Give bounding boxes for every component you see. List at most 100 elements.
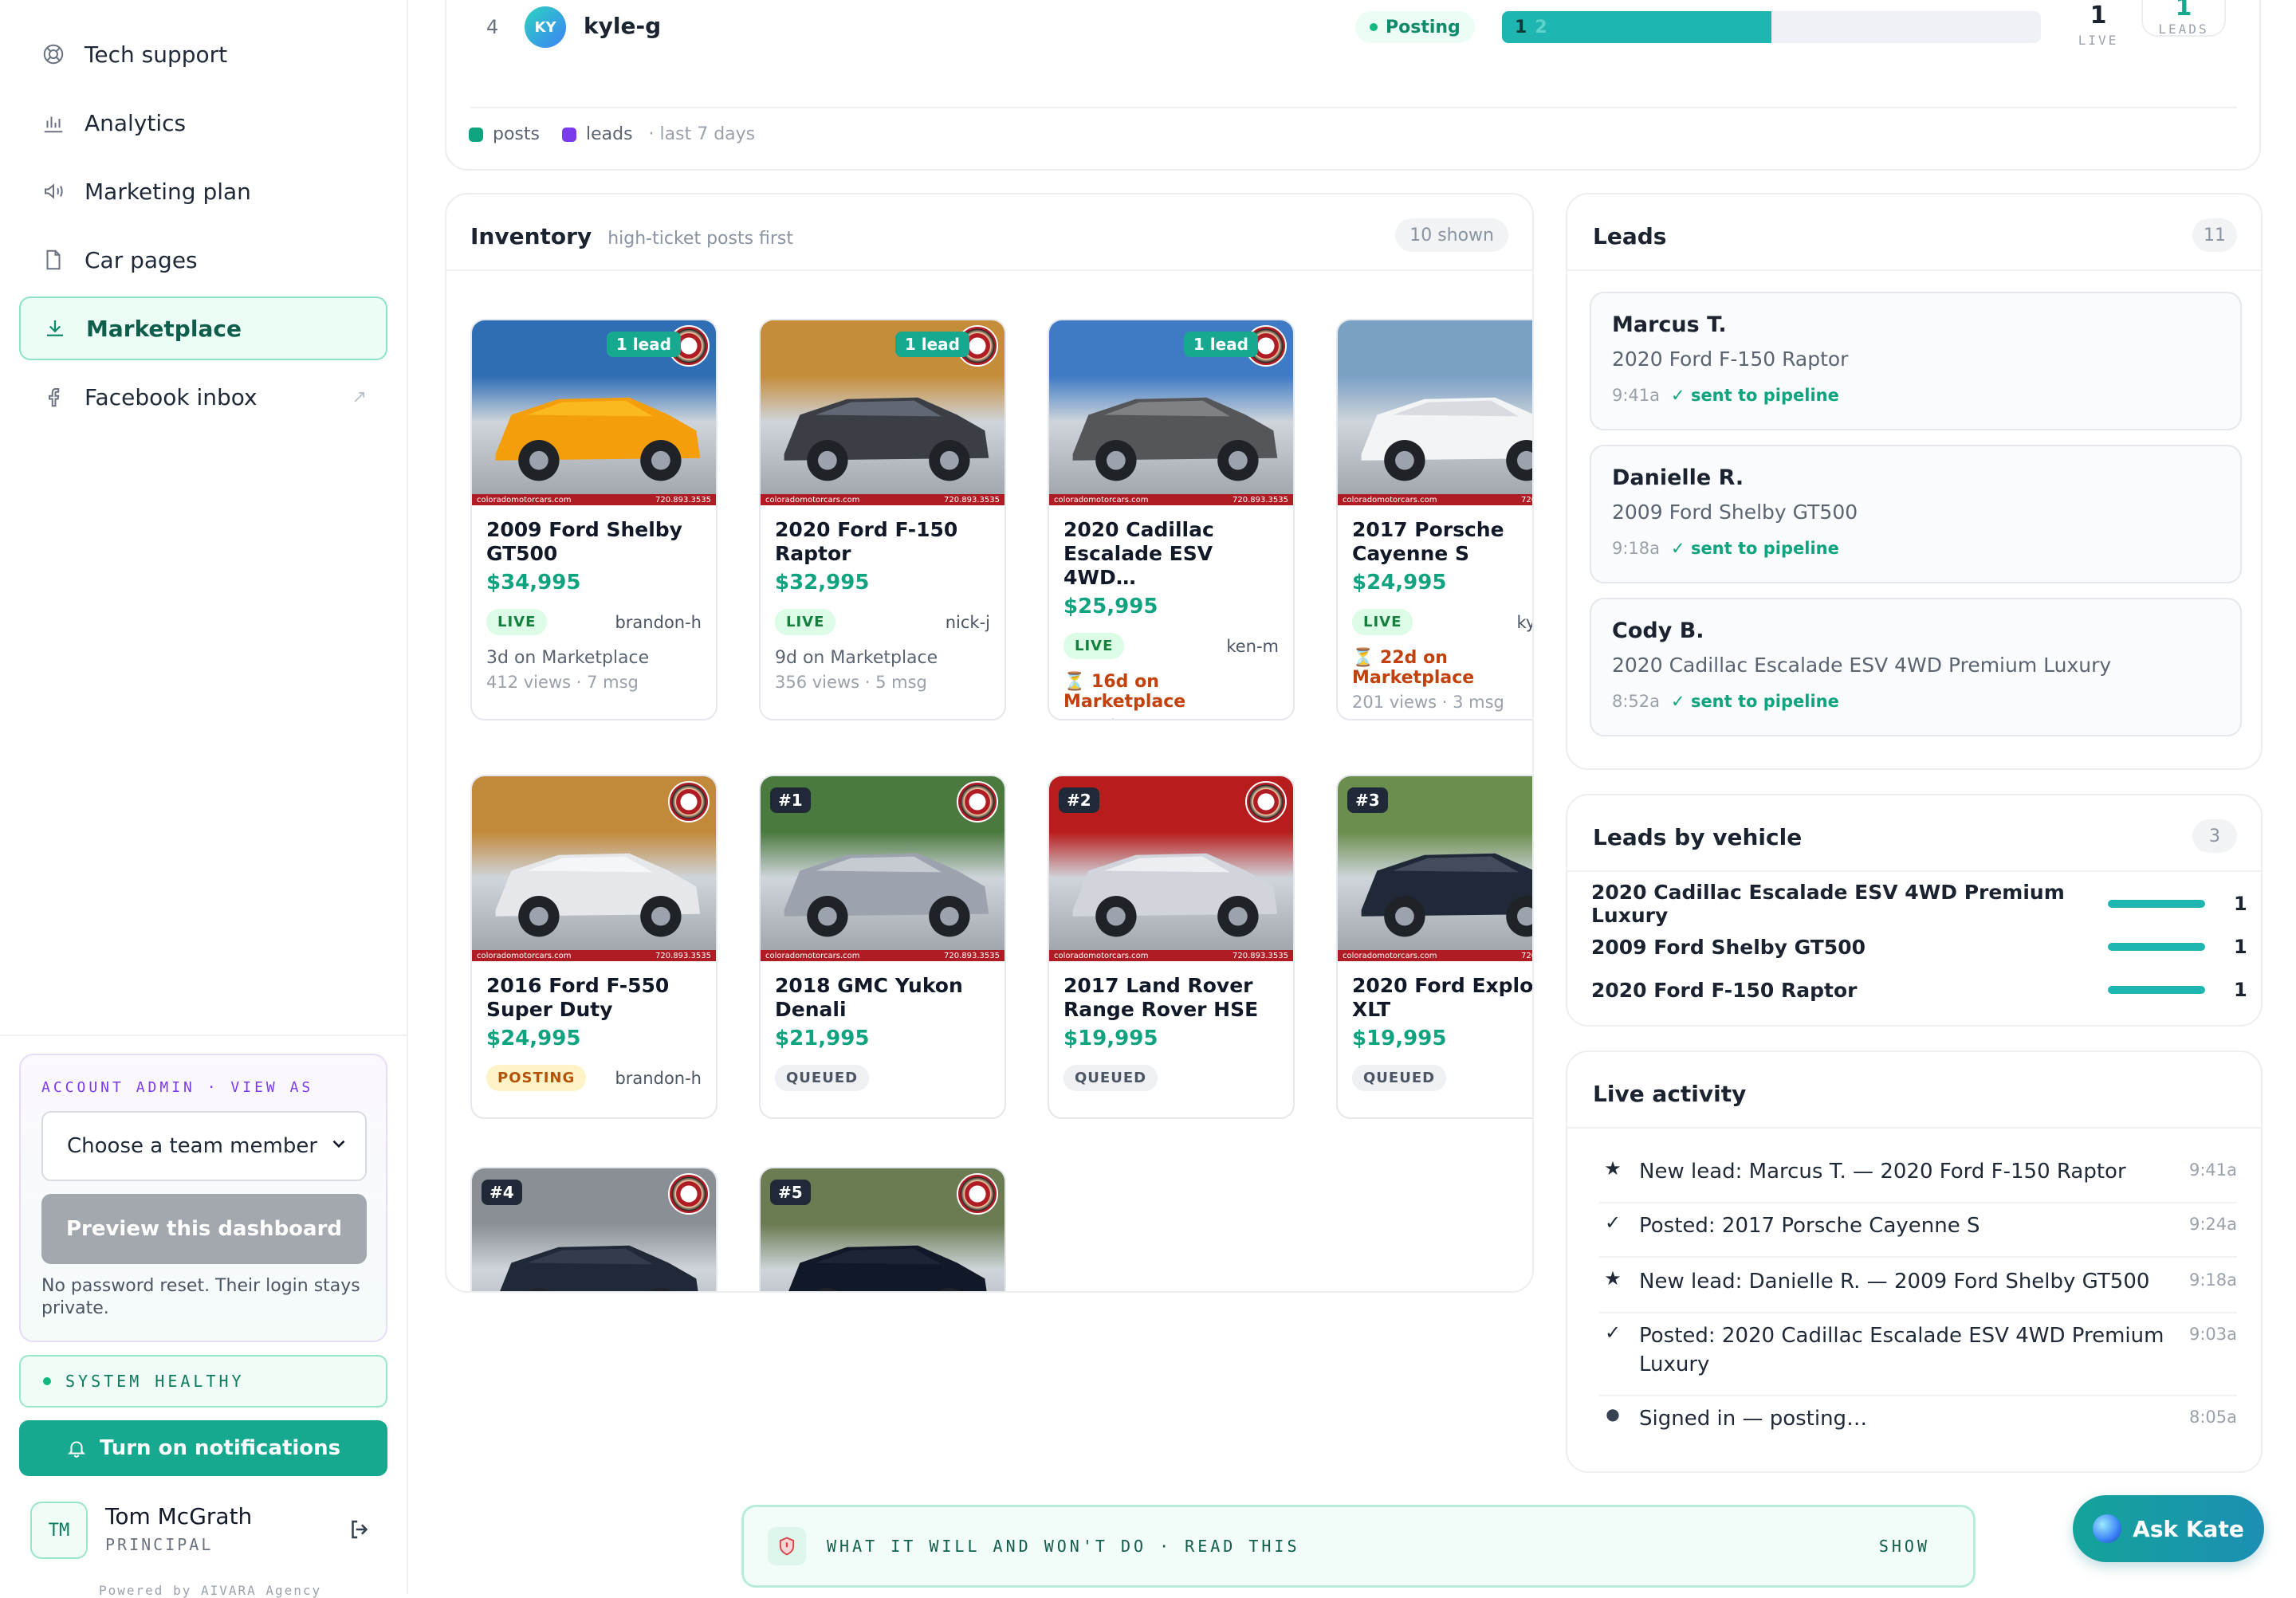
lead-status: ✓ sent to pipeline xyxy=(1671,692,1839,711)
lead-count-badge: 1 lead xyxy=(894,332,969,357)
activity-divider xyxy=(1599,1395,2237,1396)
dealer-banner: coloradomotorcars.com 720.893.3535 xyxy=(761,950,1005,961)
sidebar: Tech support Analytics Marketing plan Ca… xyxy=(0,0,408,1598)
lifebuoy-icon xyxy=(40,41,67,68)
vehicle-status-row: QUEUED xyxy=(1063,1065,1279,1091)
vehicle-price: $24,995 xyxy=(1352,571,1447,595)
dealer-seal-icon xyxy=(1245,781,1287,823)
chevron-down-icon xyxy=(328,1133,349,1160)
dealer-seal-icon xyxy=(957,1173,998,1215)
ask-kate-button[interactable]: Ask Kate xyxy=(2073,1495,2264,1562)
dealer-phone: 720.893.3535 xyxy=(944,495,1000,505)
vehicle-lead-count: 1 xyxy=(2234,936,2247,958)
legend-leads: leads xyxy=(585,124,633,144)
activity-time: 9:03a xyxy=(2188,1325,2237,1344)
vehicle-details: 2016 Ford F-550 Super Duty $24,995 POSTING… xyxy=(472,961,716,1105)
activity-text: Signed in — posting… xyxy=(1639,1407,1868,1431)
vehicle-price: $25,995 xyxy=(1063,595,1158,618)
dealer-banner: coloradomotorcars.com 720.893.3535 xyxy=(1049,494,1293,505)
lead-meta: 8:52a ✓ sent to pipeline xyxy=(1612,692,1839,711)
notice-show-link[interactable]: SHOW xyxy=(1879,1537,1930,1556)
assigned-agent: brandon-h xyxy=(615,612,702,632)
vehicle-card[interactable]: coloradomotorcars.com 720.893.3535 1 lead 2… xyxy=(470,319,718,720)
sidebar-item-label: Analytics xyxy=(85,109,187,136)
live-label: LIVE xyxy=(2078,33,2119,48)
activity-time: 9:41a xyxy=(2188,1160,2237,1180)
sidebar-item-marketplace[interactable]: Marketplace xyxy=(19,296,387,360)
live-count: 1 xyxy=(2090,2,2107,29)
sidebar-item-label: Car pages xyxy=(85,246,198,273)
assistant-orb-icon xyxy=(2093,1514,2122,1543)
queue-rank-badge: #1 xyxy=(770,787,811,813)
external-link-icon: ↗ xyxy=(352,387,367,407)
sidebar-item-marketing-plan[interactable]: Marketing plan xyxy=(19,159,387,223)
powered-by: Powered by AIVARA Agency xyxy=(99,1583,322,1598)
dealer-site: coloradomotorcars.com xyxy=(477,495,572,505)
sidebar-item-facebook-inbox[interactable]: Facebook inbox ↗ xyxy=(19,365,387,429)
vehicle-price: $21,995 xyxy=(775,1027,870,1050)
leads-title: Leads xyxy=(1593,223,1667,249)
card-divider xyxy=(1567,870,2261,872)
vehicle-price: $19,995 xyxy=(1352,1027,1447,1050)
vehicle-card[interactable]: coloradomotorcars.com 720.893.3535 1 lead 2… xyxy=(759,319,1006,720)
lead-vehicle: 2020 Cadillac Escalade ESV 4WD Premium L… xyxy=(1612,654,2112,677)
avatar: KY xyxy=(525,6,566,48)
vehicle-title: 2009 Ford Shelby GT500 xyxy=(486,518,682,565)
vehicle-lead-row: 2020 Ford F-150 Raptor 1 xyxy=(1591,974,2247,1006)
vehicle-card[interactable]: coloradomotorcars.com 720.893.3535 2016 Fo… xyxy=(470,775,718,1119)
vehicle-status-row: LIVE kyle-g xyxy=(1352,609,1532,635)
team-member-select[interactable]: Choose a team member xyxy=(41,1111,367,1181)
vehicle-details: 2017 Porsche Cayenne S $24,995 LIVE kyle-g ⏳… xyxy=(1338,505,1532,719)
capabilities-notice[interactable]: WHAT IT WILL AND WON'T DO · READ THIS SH… xyxy=(741,1505,1976,1588)
lead-item[interactable]: Danielle R. 2009 Ford Shelby GT500 9:18a… xyxy=(1590,445,2242,583)
dot-icon: ● xyxy=(1606,1404,1620,1423)
vehicle-card[interactable]: coloradomotorcars.com 720.893.3535 #2 2017 … xyxy=(1048,775,1295,1119)
lead-time: 9:41a xyxy=(1612,386,1661,405)
progress-fill: 1 2 xyxy=(1502,11,1771,43)
vehicle-card[interactable]: coloradomotorcars.com 720.893.3535 #3 2020 … xyxy=(1336,775,1534,1119)
leads-by-vehicle-card: Leads by vehicle 3 2020 Cadillac Escalad… xyxy=(1566,794,2263,1027)
vehicle-card[interactable]: coloradomotorcars.com 720.893.3535 1 lead 2… xyxy=(1048,319,1295,720)
agent-rank: 4 xyxy=(486,16,499,38)
sidebar-item-car-pages[interactable]: Car pages xyxy=(19,228,387,292)
dealer-seal-icon xyxy=(668,1173,710,1215)
sidebar-item-tech-support[interactable]: Tech support xyxy=(19,22,387,86)
logout-icon[interactable] xyxy=(346,1516,373,1546)
vehicle-card[interactable]: coloradomotorcars.com720.893.3535#52018 … xyxy=(759,1167,1006,1291)
dealer-banner: coloradomotorcars.com 720.893.3535 xyxy=(761,494,1005,505)
assigned-agent: nick-j xyxy=(945,612,990,632)
vehicle-title: 2020 Ford Explorer XLT xyxy=(1352,974,1534,1021)
vehicle-status-row: POSTING brandon-h xyxy=(486,1065,702,1091)
lead-vehicle: 2009 Ford Shelby GT500 xyxy=(1612,501,1858,524)
views-messages: 412 views · 7 msg xyxy=(486,673,639,692)
vehicle-card[interactable]: coloradomotorcars.com720.893.35352017 Po… xyxy=(1336,319,1532,720)
vehicle-card[interactable]: coloradomotorcars.com720.893.3535#42018 … xyxy=(470,1167,718,1291)
vehicle-photo: coloradomotorcars.com 720.893.3535 #3 xyxy=(1338,776,1532,961)
avatar: TM xyxy=(30,1502,88,1559)
progress-ghost-label: 2 xyxy=(1535,17,1547,37)
assigned-agent: ken-m xyxy=(1226,636,1279,656)
lead-item[interactable]: Cody B. 2020 Cadillac Escalade ESV 4WD P… xyxy=(1590,598,2242,736)
views-messages: 356 views · 5 msg xyxy=(775,673,927,692)
dealer-site: coloradomotorcars.com xyxy=(1054,951,1149,960)
turn-on-notifications-button[interactable]: Turn on notifications xyxy=(19,1420,387,1476)
time-on-marketplace: 9d on Marketplace xyxy=(775,648,938,668)
vehicle-status-row: LIVE brandon-h xyxy=(486,609,702,635)
lead-meta: 9:41a ✓ sent to pipeline xyxy=(1612,386,1839,405)
check-icon: ✓ xyxy=(1604,1321,1622,1344)
status-badge: POSTING xyxy=(486,1065,587,1091)
sidebar-item-analytics[interactable]: Analytics xyxy=(19,91,387,155)
preview-dashboard-button[interactable]: Preview this dashboard xyxy=(41,1194,367,1264)
dealer-site: coloradomotorcars.com xyxy=(1054,495,1149,505)
bell-icon xyxy=(66,1438,87,1459)
vehicle-price: $32,995 xyxy=(775,571,870,595)
dealer-seal-icon xyxy=(957,781,998,823)
dealer-phone: 720.893.3535 xyxy=(655,495,711,505)
vehicle-title: 2020 Cadillac Escalade ESV 4WD… xyxy=(1063,518,1214,589)
vehicle-title: 2018 GMC Yukon Denali xyxy=(775,974,963,1021)
system-status-label: SYSTEM HEALTHY xyxy=(65,1372,245,1391)
vehicle-card[interactable]: coloradomotorcars.com 720.893.3535 #1 2018 … xyxy=(759,775,1006,1119)
live-activity-card: Live activity ★ New lead: Marcus T. — 20… xyxy=(1566,1050,2263,1473)
lead-item[interactable]: Marcus T. 2020 Ford F-150 Raptor 9:41a ✓… xyxy=(1590,292,2242,430)
lead-count-badge: 1 lead xyxy=(606,332,681,357)
